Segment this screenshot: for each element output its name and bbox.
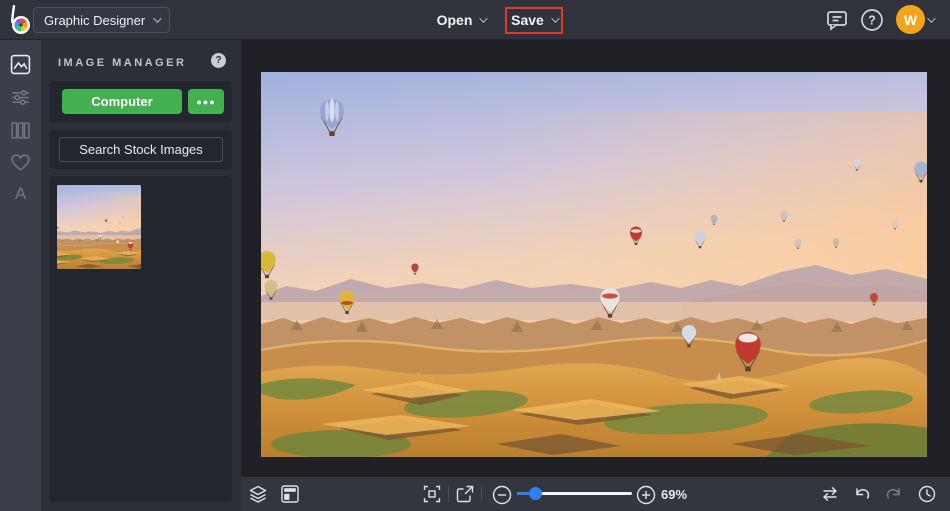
more-sources-button[interactable]: ●●●	[188, 89, 224, 114]
zoom-slider-handle[interactable]	[529, 487, 542, 500]
redo-icon[interactable]	[885, 485, 903, 503]
sidebar-item-image-manager[interactable]	[10, 54, 31, 75]
undo-icon[interactable]	[853, 485, 871, 503]
thumbnail-list	[50, 176, 232, 502]
sidebar-item-favorites[interactable]	[10, 152, 31, 173]
feedback-chat-icon[interactable]	[825, 8, 849, 32]
sidebar-item-text[interactable]: A	[10, 184, 31, 205]
search-stock-images-button[interactable]: Search Stock Images	[59, 137, 223, 162]
avatar[interactable]: W	[896, 5, 925, 34]
image-manager-panel: IMAGE MANAGER ? Computer ●●● Search Stoc…	[41, 40, 241, 511]
befunky-logo-icon	[7, 4, 35, 36]
tool-rail: A	[0, 40, 41, 511]
avatar-initial: W	[904, 12, 917, 28]
panel-title: IMAGE MANAGER	[58, 57, 186, 69]
image-thumbnail[interactable]	[57, 185, 141, 269]
zoom-in-button[interactable]	[636, 485, 654, 503]
search-strip: Search Stock Images	[50, 130, 232, 169]
chevron-down-icon	[480, 14, 488, 22]
open-label: Open	[437, 12, 473, 28]
history-icon[interactable]	[918, 485, 936, 503]
help-icon[interactable]: ?	[860, 8, 884, 32]
compare-original-icon[interactable]	[821, 485, 839, 503]
computer-upload-button[interactable]: Computer	[62, 89, 182, 114]
fit-to-screen-icon[interactable]	[423, 485, 441, 503]
sidebar-item-edit-adjust[interactable]	[10, 87, 31, 108]
canvas-workspace[interactable]	[241, 40, 950, 477]
template-layout-icon[interactable]	[281, 485, 299, 503]
save-label: Save	[511, 12, 544, 28]
app-mode-menu[interactable]: Graphic Designer	[33, 7, 170, 33]
app-mode-label: Graphic Designer	[44, 13, 145, 28]
canvas-image[interactable]	[261, 72, 927, 457]
svg-text:?: ?	[868, 14, 876, 28]
toolbar-divider	[448, 486, 449, 502]
open-in-new-icon[interactable]	[456, 485, 474, 503]
open-button[interactable]: Open	[432, 7, 490, 33]
upload-strip: Computer ●●●	[50, 81, 232, 122]
layers-icon[interactable]	[249, 485, 267, 503]
toolbar-divider	[481, 486, 482, 502]
bottom-toolbar: 69%	[241, 477, 950, 511]
zoom-percent-label: 69%	[661, 487, 687, 502]
zoom-out-button[interactable]	[492, 485, 510, 503]
save-button[interactable]: Save	[507, 7, 561, 33]
avatar-chevron-down-icon[interactable]	[927, 14, 935, 22]
befunky-logo[interactable]	[7, 4, 35, 36]
panel-help-icon[interactable]: ?	[211, 53, 226, 68]
chevron-down-icon	[153, 14, 161, 22]
top-bar: Graphic Designer Open Save ? W	[0, 0, 950, 40]
chevron-down-icon	[551, 14, 559, 22]
sidebar-item-templates[interactable]	[10, 120, 31, 141]
text-tool-icon: A	[15, 184, 26, 203]
